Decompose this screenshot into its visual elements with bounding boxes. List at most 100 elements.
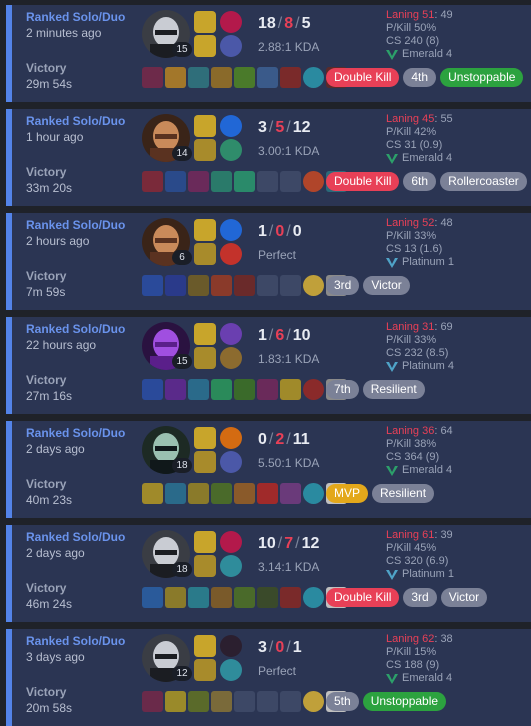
item-icon[interactable] — [188, 67, 209, 88]
match-badge[interactable]: Resilient — [362, 380, 425, 399]
summoner-spell-icon[interactable] — [194, 243, 216, 265]
item-icon[interactable] — [280, 587, 301, 608]
summoner-spell-icon[interactable] — [194, 659, 216, 681]
item-icon[interactable] — [257, 483, 278, 504]
summoner-spell-icon[interactable] — [194, 323, 216, 345]
item-icon[interactable] — [211, 171, 232, 192]
item-icon[interactable] — [142, 275, 163, 296]
item-icon[interactable] — [211, 483, 232, 504]
match-badge[interactable]: 3rd — [326, 276, 360, 295]
secondary-rune-icon[interactable] — [220, 139, 242, 161]
summoner-spell-icon[interactable] — [194, 115, 216, 137]
match-badge[interactable]: Rollercoaster — [440, 172, 527, 191]
trinket-ward-icon[interactable] — [303, 67, 324, 88]
summoner-spell-icon[interactable] — [194, 635, 216, 657]
trinket-ward-icon[interactable] — [303, 587, 324, 608]
secondary-rune-icon[interactable] — [220, 243, 242, 265]
item-icon[interactable] — [165, 483, 186, 504]
match-badge[interactable]: Unstoppable — [362, 692, 447, 711]
item-icon[interactable] — [142, 587, 163, 608]
match-badge[interactable]: MVP — [326, 484, 369, 503]
item-icon[interactable] — [280, 379, 301, 400]
primary-rune-icon[interactable] — [220, 635, 242, 657]
item-icon[interactable] — [165, 379, 186, 400]
match-badge[interactable]: 6th — [403, 172, 437, 191]
primary-rune-icon[interactable] — [220, 115, 242, 137]
item-icon[interactable] — [142, 691, 163, 712]
match-card[interactable]: Ranked Solo/Duo 2 minutes ago Victory 29m 5… — [6, 5, 531, 102]
secondary-rune-icon[interactable] — [220, 555, 242, 577]
secondary-rune-icon[interactable] — [220, 35, 242, 57]
item-icon[interactable] — [188, 483, 209, 504]
item-icon[interactable] — [234, 275, 255, 296]
item-icon[interactable] — [257, 587, 278, 608]
match-badge[interactable]: Double Kill — [326, 588, 400, 607]
trinket-ward-icon[interactable] — [303, 275, 324, 296]
primary-rune-icon[interactable] — [220, 11, 242, 33]
summoner-spell-icon[interactable] — [194, 219, 216, 241]
match-badge[interactable]: 7th — [326, 380, 359, 399]
item-icon[interactable] — [234, 171, 255, 192]
item-icon[interactable] — [165, 275, 186, 296]
item-icon[interactable] — [234, 67, 255, 88]
item-icon[interactable] — [188, 587, 209, 608]
item-icon[interactable] — [211, 379, 232, 400]
item-icon[interactable] — [188, 171, 209, 192]
match-card[interactable]: Ranked Solo/Duo 2 hours ago Victory 7m 59s … — [6, 213, 531, 310]
summoner-spell-icon[interactable] — [194, 451, 216, 473]
summoner-spell-icon[interactable] — [194, 427, 216, 449]
match-badge[interactable]: 5th — [326, 692, 359, 711]
primary-rune-icon[interactable] — [220, 323, 242, 345]
summoner-spell-icon[interactable] — [194, 11, 216, 33]
match-badge[interactable]: 3rd — [403, 588, 437, 607]
match-badge[interactable]: Victor — [363, 276, 410, 295]
secondary-rune-icon[interactable] — [220, 451, 242, 473]
match-badge[interactable]: Unstoppable — [440, 68, 524, 87]
item-icon[interactable] — [234, 379, 255, 400]
item-icon[interactable] — [257, 379, 278, 400]
match-card[interactable]: Ranked Solo/Duo 3 days ago Victory 20m 58s … — [6, 629, 531, 726]
item-icon[interactable] — [188, 379, 209, 400]
item-icon[interactable] — [234, 587, 255, 608]
summoner-spell-icon[interactable] — [194, 347, 216, 369]
match-badge[interactable]: Double Kill — [326, 68, 400, 87]
primary-rune-icon[interactable] — [220, 427, 242, 449]
trinket-ward-icon[interactable] — [303, 379, 324, 400]
match-badge[interactable]: Victor — [440, 588, 488, 607]
item-icon[interactable] — [280, 67, 301, 88]
summoner-spell-icon[interactable] — [194, 555, 216, 577]
item-icon[interactable] — [165, 691, 186, 712]
match-card[interactable]: Ranked Solo/Duo 1 hour ago Victory 33m 20s … — [6, 109, 531, 206]
item-icon[interactable] — [142, 483, 163, 504]
secondary-rune-icon[interactable] — [220, 347, 242, 369]
item-icon[interactable] — [165, 587, 186, 608]
summoner-spell-icon[interactable] — [194, 139, 216, 161]
item-icon[interactable] — [211, 691, 232, 712]
trinket-ward-icon[interactable] — [303, 691, 324, 712]
item-icon[interactable] — [165, 171, 186, 192]
match-card[interactable]: Ranked Solo/Duo 22 hours ago Victory 27m 16… — [6, 317, 531, 414]
match-badge[interactable]: Double Kill — [326, 172, 400, 191]
trinket-ward-icon[interactable] — [303, 483, 324, 504]
match-badge[interactable]: 4th — [403, 68, 437, 87]
item-icon[interactable] — [211, 275, 232, 296]
match-badge[interactable]: Resilient — [372, 484, 435, 503]
item-icon[interactable] — [211, 67, 232, 88]
item-icon[interactable] — [142, 379, 163, 400]
summoner-spell-icon[interactable] — [194, 531, 216, 553]
item-icon[interactable] — [165, 67, 186, 88]
primary-rune-icon[interactable] — [220, 219, 242, 241]
item-icon[interactable] — [257, 67, 278, 88]
item-icon[interactable] — [188, 275, 209, 296]
item-icon[interactable] — [280, 483, 301, 504]
trinket-ward-icon[interactable] — [303, 171, 324, 192]
match-card[interactable]: Ranked Solo/Duo 2 days ago Victory 40m 23s … — [6, 421, 531, 518]
item-icon[interactable] — [234, 483, 255, 504]
summoner-spell-icon[interactable] — [194, 35, 216, 57]
item-icon[interactable] — [188, 691, 209, 712]
item-icon[interactable] — [211, 587, 232, 608]
item-icon[interactable] — [142, 67, 163, 88]
match-card[interactable]: Ranked Solo/Duo 2 days ago Victory 46m 24s … — [6, 525, 531, 622]
secondary-rune-icon[interactable] — [220, 659, 242, 681]
primary-rune-icon[interactable] — [220, 531, 242, 553]
